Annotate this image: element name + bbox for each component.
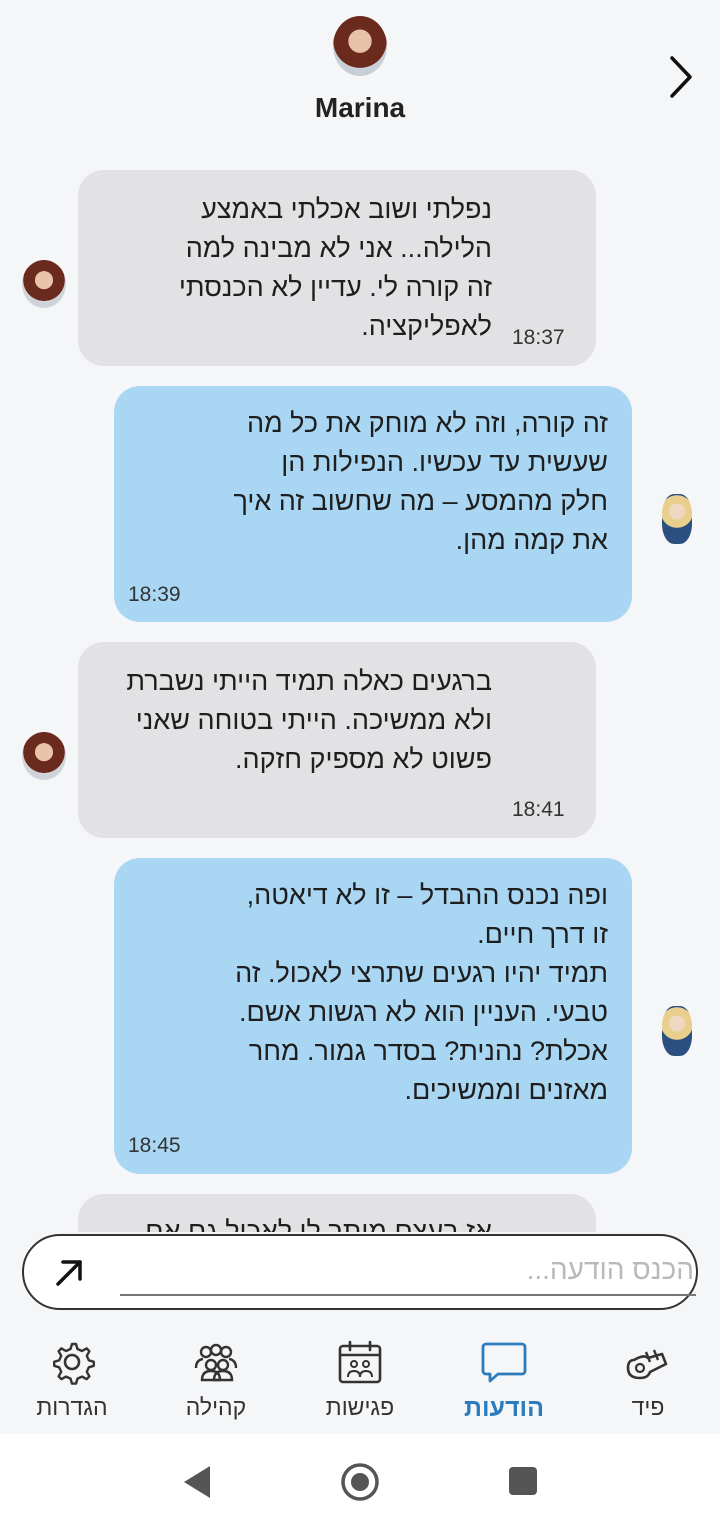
message-text: ופה נכנס ההבדל – זו לא דיאטה, זו דרך חיי… — [235, 880, 608, 1105]
message-text: זה קורה, וזה לא מוחק את כל מה שעשית עד ע… — [233, 408, 608, 555]
bottom-tab-bar: הגדרות קהילה פגישות הודעות פיד — [0, 1318, 720, 1434]
chat-header: Marina — [0, 0, 720, 150]
outgoing-message[interactable]: ופה נכנס ההבדל – זו לא דיאטה, זו דרך חיי… — [114, 858, 632, 1174]
message-time: 18:39 — [128, 583, 181, 606]
contact-name: Marina — [314, 92, 406, 123]
tab-label: פגישות — [325, 1394, 395, 1420]
gear-icon — [53, 1342, 95, 1385]
message-text: נפלתי ושוב אכלתי באמצע הלילה... אני לא מ… — [178, 194, 492, 341]
whistle-icon — [626, 1349, 668, 1380]
tab-label: הודעות — [464, 1394, 544, 1422]
tab-community[interactable]: קהילה — [144, 1318, 288, 1434]
calendar-icon — [338, 1340, 382, 1384]
tab-label: קהילה — [185, 1394, 247, 1420]
system-navigation-bar — [0, 1434, 720, 1528]
contact-avatar-small[interactable] — [22, 732, 66, 780]
nav-back-icon[interactable] — [182, 1464, 214, 1500]
outgoing-message[interactable]: זה קורה, וזה לא מוחק את כל מה שעשית עד ע… — [114, 386, 632, 622]
my-avatar — [662, 1006, 692, 1056]
tab-feed[interactable]: פיד — [576, 1318, 720, 1434]
contact-avatar[interactable] — [333, 16, 387, 76]
tab-meetings[interactable]: פגישות — [288, 1318, 432, 1434]
contact-avatar-small[interactable] — [22, 260, 66, 308]
nav-recents-icon[interactable] — [508, 1466, 538, 1496]
message-time: 18:41 — [512, 798, 565, 821]
message-input[interactable] — [120, 1246, 696, 1296]
send-arrow-icon[interactable] — [52, 1256, 86, 1290]
incoming-message[interactable]: אז בעצם מותר לי לאכול גם אם — [78, 1194, 596, 1232]
message-list[interactable]: נפלתי ושוב אכלתי באמצע הלילה... אני לא מ… — [0, 150, 720, 1232]
my-avatar — [662, 494, 692, 544]
tab-label: פיד — [631, 1394, 665, 1420]
message-text: ברגעים כאלה תמיד הייתי נשברת ולא ממשיכה.… — [126, 666, 492, 774]
tab-settings[interactable]: הגדרות — [0, 1318, 144, 1434]
chat-bubble-icon — [481, 1342, 527, 1383]
message-composer — [22, 1234, 698, 1310]
chevron-right-icon[interactable] — [662, 52, 698, 102]
nav-home-icon[interactable] — [340, 1462, 380, 1502]
message-time: 18:45 — [128, 1134, 181, 1157]
tab-messages[interactable]: הודעות — [432, 1318, 576, 1434]
tab-label: הגדרות — [36, 1394, 108, 1420]
people-icon — [194, 1343, 238, 1382]
message-text: אז בעצם מותר לי לאכול גם אם — [145, 1216, 492, 1232]
message-time: 18:37 — [512, 326, 565, 349]
